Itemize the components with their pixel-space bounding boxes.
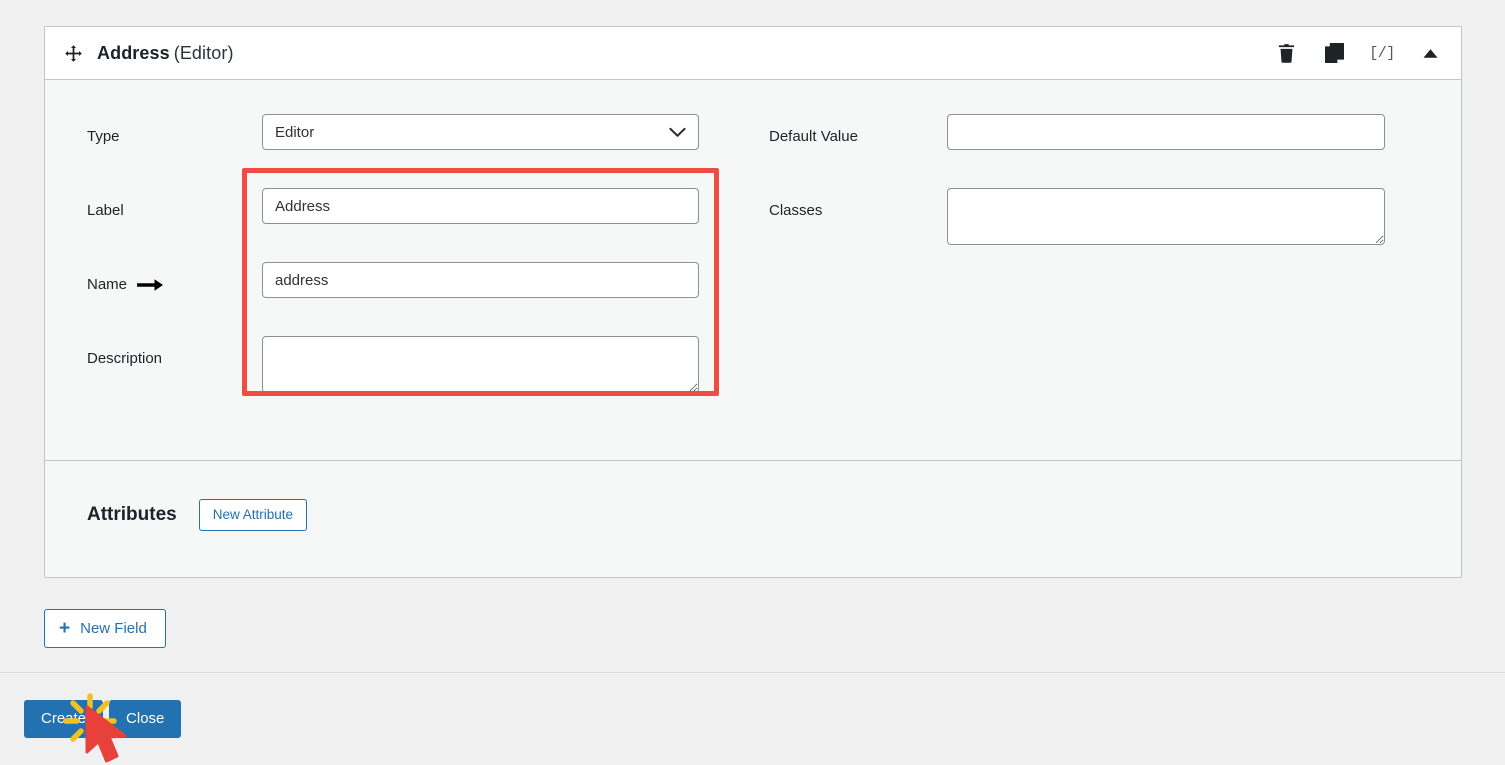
- label-input[interactable]: [262, 188, 699, 224]
- name-label-text: Name: [87, 276, 127, 293]
- create-button[interactable]: Create: [24, 700, 103, 738]
- name-field-label: Name: [87, 262, 262, 293]
- classes-textarea[interactable]: [947, 188, 1385, 245]
- arrow-right-icon: [137, 277, 163, 293]
- default-value-label: Default Value: [769, 114, 947, 145]
- field-card-actions: [/]: [1275, 41, 1441, 65]
- description-label: Description: [87, 336, 262, 367]
- form-right-column: Default Value Classes: [765, 114, 1455, 413]
- form-left-column: Type Editor: [45, 114, 765, 413]
- description-textarea[interactable]: [262, 336, 699, 393]
- classes-label: Classes: [769, 188, 947, 219]
- field-card-body: Type Editor: [45, 80, 1461, 460]
- field-title-type: (Editor): [174, 43, 234, 63]
- form-row-name: Name: [87, 262, 765, 316]
- attributes-section: Attributes New Attribute: [45, 461, 1461, 577]
- name-input[interactable]: [262, 262, 699, 298]
- new-field-label: New Field: [80, 620, 147, 637]
- field-card-title: Address(Editor): [97, 43, 234, 64]
- field-card: Address(Editor) [/]: [44, 26, 1462, 578]
- field-card-header: Address(Editor) [/]: [45, 27, 1461, 80]
- field-title-name: Address: [97, 43, 170, 63]
- copy-icon[interactable]: [1323, 41, 1345, 65]
- form-row-type: Type Editor: [87, 114, 765, 168]
- form-row-classes: Classes: [769, 188, 1455, 245]
- new-field-button[interactable]: + New Field: [44, 609, 166, 648]
- chevron-up-icon[interactable]: [1419, 41, 1441, 65]
- form-row-default-value: Default Value: [769, 114, 1455, 168]
- new-attribute-button[interactable]: New Attribute: [199, 499, 307, 531]
- type-select[interactable]: Editor: [262, 114, 699, 150]
- trash-icon[interactable]: [1275, 41, 1297, 65]
- type-label: Type: [87, 114, 262, 145]
- default-value-input[interactable]: [947, 114, 1385, 150]
- move-handle-icon[interactable]: [63, 43, 83, 63]
- form-row-description: Description: [87, 336, 765, 393]
- footer-divider: [0, 672, 1505, 673]
- page-root: Address(Editor) [/]: [0, 0, 1505, 765]
- form-row-label: Label: [87, 188, 765, 242]
- plus-icon: +: [59, 619, 70, 638]
- attributes-heading: Attributes: [87, 504, 177, 526]
- code-icon[interactable]: [/]: [1371, 41, 1393, 65]
- new-field-wrapper: + New Field: [44, 609, 166, 648]
- close-button[interactable]: Close: [109, 700, 181, 738]
- label-field-label: Label: [87, 188, 262, 219]
- footer-actions: Create Close: [24, 700, 181, 738]
